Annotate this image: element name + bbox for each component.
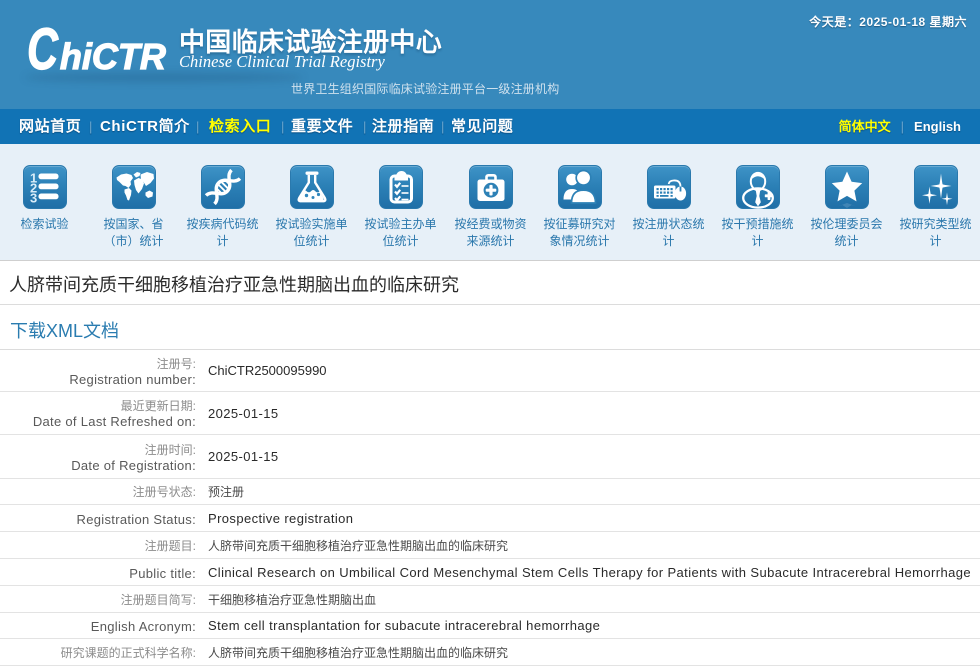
svg-text:3: 3: [30, 191, 37, 206]
